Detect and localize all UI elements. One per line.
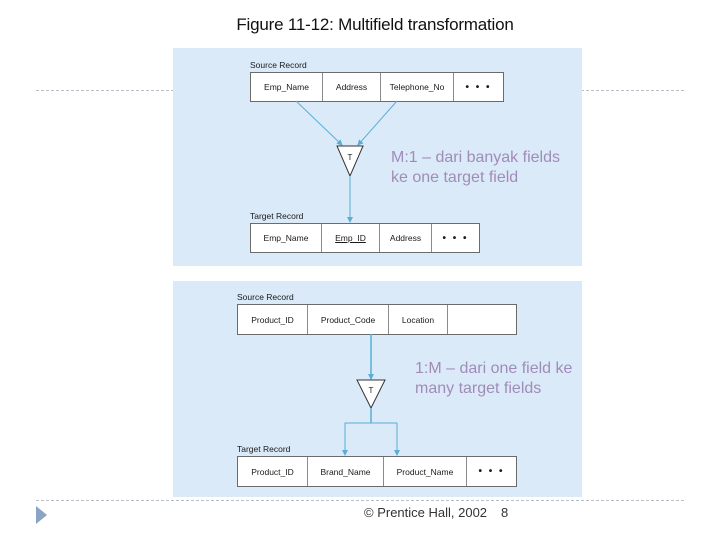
branch-connector	[344, 422, 398, 455]
page-number: 8	[501, 505, 509, 520]
slide-footer: © Prentice Hall, 2002 8	[364, 505, 508, 520]
arrow-telephone-to-transform	[357, 100, 398, 146]
transform-symbol: T	[348, 153, 353, 162]
transform-symbol: T	[369, 386, 374, 395]
slide-bullet-arrow-icon	[36, 506, 47, 524]
connectors-layer: T T	[295, 100, 400, 456]
copyright-text: © Prentice Hall, 2002	[364, 505, 488, 520]
arrow-emp-name-to-transform	[295, 100, 343, 146]
